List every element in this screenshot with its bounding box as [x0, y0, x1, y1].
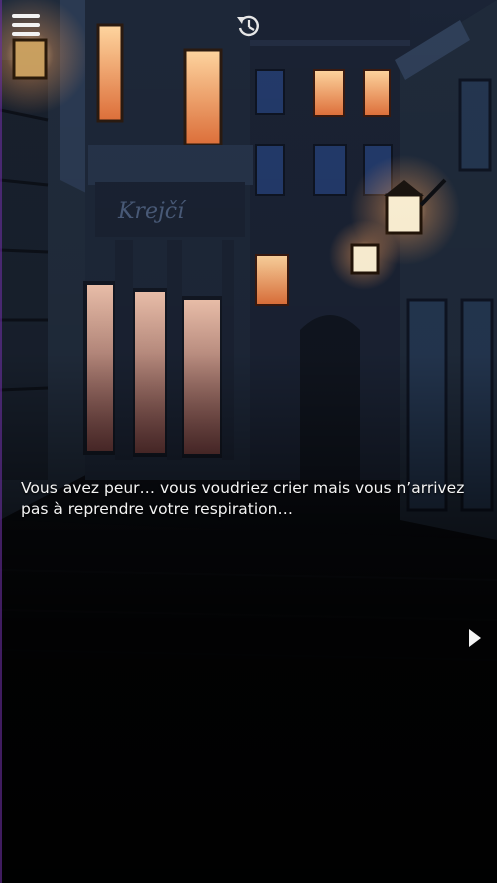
shop-sign: Krejčí [117, 199, 187, 224]
background-scene: Krejčí [0, 0, 497, 883]
street-illustration: Krejčí [0, 0, 497, 883]
hamburger-menu-icon[interactable] [10, 12, 44, 40]
play-triangle-icon[interactable] [464, 627, 486, 649]
dialogue-text: Vous avez peur… vous voudriez crier mais… [21, 479, 465, 518]
screen-edge [0, 0, 2, 883]
history-rewind-icon[interactable] [234, 11, 264, 41]
